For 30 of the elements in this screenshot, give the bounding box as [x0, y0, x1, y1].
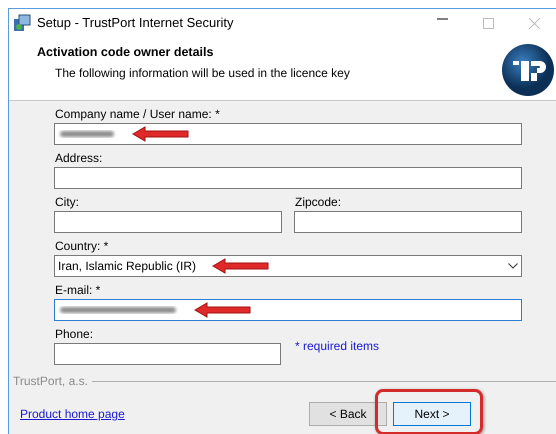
dropdown-value: Iran, Islamic Republic (IR) — [58, 258, 196, 275]
header-title: Activation code owner details — [37, 44, 214, 61]
annotation-arrow — [132, 126, 190, 142]
minimize-icon[interactable] — [436, 18, 448, 20]
annotation-arrow — [194, 302, 252, 318]
header-subtitle: The following information will be used in the licence key — [55, 64, 350, 82]
input-field[interactable] — [294, 211, 522, 233]
redacted-blur — [58, 129, 116, 139]
input-field[interactable] — [54, 123, 522, 145]
field-label: Address: — [55, 151, 104, 165]
country-dropdown[interactable]: Iran, Islamic Republic (IR) — [54, 255, 522, 277]
field-label: Phone: — [55, 327, 94, 341]
field-label: Country: * — [55, 239, 110, 253]
input-field[interactable] — [54, 167, 522, 189]
field-label: Zipcode: — [295, 195, 342, 209]
setup-icon — [13, 14, 31, 32]
wizard-button[interactable]: < Back — [309, 402, 387, 426]
field-label: Company name / User name: * — [55, 107, 221, 121]
chevron-down-icon — [508, 263, 518, 269]
wizard-button[interactable]: Next > — [393, 402, 471, 426]
annotation-arrow — [212, 258, 270, 274]
input-field[interactable] — [54, 211, 282, 233]
window-title: Setup - TrustPort Internet Security — [37, 14, 234, 32]
company-label: TrustPort, a.s. — [13, 373, 88, 390]
field-label: City: — [55, 195, 80, 209]
input-field[interactable] — [54, 299, 522, 321]
product-home-page-link[interactable]: Product home page — [20, 405, 125, 423]
field-label: E-mail: * — [55, 283, 102, 297]
required-note: * required items — [294, 338, 380, 355]
input-field[interactable] — [54, 343, 281, 365]
